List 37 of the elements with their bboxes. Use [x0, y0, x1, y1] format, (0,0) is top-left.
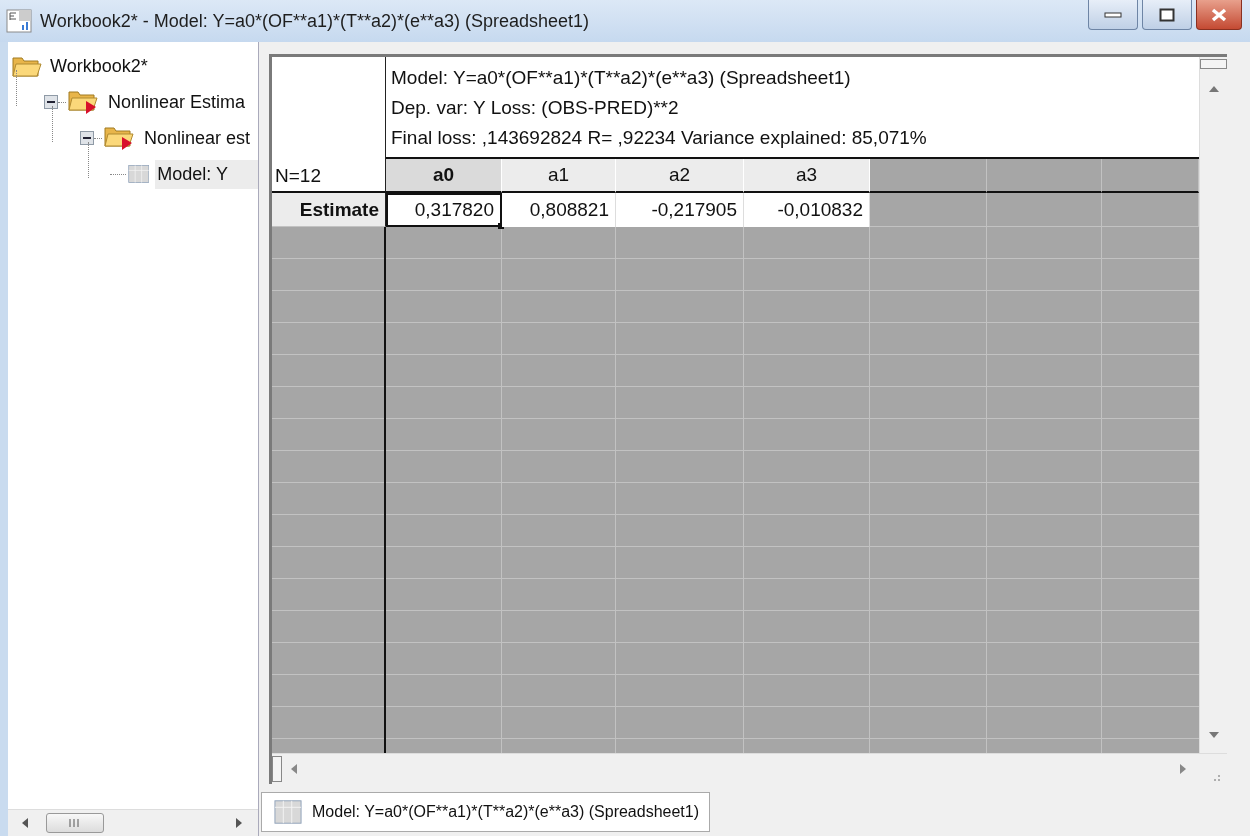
- scroll-down-icon[interactable]: [1208, 731, 1220, 739]
- document-tab[interactable]: Model: Y=a0*(OF**a1)*(T**a2)*(e**a3) (Spreadsheet1): [261, 792, 710, 832]
- table-cell[interactable]: 0,808821: [502, 193, 616, 227]
- maximize-button[interactable]: [1142, 0, 1192, 30]
- maximize-icon: [1159, 7, 1175, 22]
- column-header[interactable]: a0: [386, 159, 502, 193]
- minimize-icon: [1104, 10, 1122, 19]
- scroll-right-icon[interactable]: [234, 817, 244, 829]
- folder-arrow-icon: [104, 125, 136, 151]
- scroll-left-icon[interactable]: [290, 763, 298, 775]
- model-info-line: Final loss: ,143692824 R= ,92234 Variance explained: 85,071%: [391, 126, 928, 150]
- tree-item[interactable]: Workbook2*: [48, 51, 150, 81]
- scroll-up-icon[interactable]: [1208, 85, 1220, 93]
- spreadsheet-icon: [274, 799, 302, 825]
- splitter-handle[interactable]: [272, 756, 282, 782]
- scroll-right-icon[interactable]: [1179, 763, 1187, 775]
- close-icon: [1209, 6, 1229, 23]
- window-title: Workbook2* - Model: Y=a0*(OF**a1)*(T**a2)*(e**a3) (Spreadsheet1): [40, 10, 590, 32]
- scrollbar-thumb[interactable]: [46, 813, 104, 833]
- collapse-toggle[interactable]: [80, 131, 94, 145]
- app-icon: [6, 9, 32, 33]
- column-header[interactable]: a1: [502, 159, 616, 193]
- folder-icon: [12, 55, 42, 77]
- tree-item[interactable]: Nonlinear Estima: [106, 87, 248, 117]
- row-header[interactable]: Estimate: [272, 193, 386, 227]
- close-button[interactable]: [1196, 0, 1242, 30]
- scroll-left-icon[interactable]: [20, 817, 30, 829]
- column-header[interactable]: a2: [616, 159, 744, 193]
- tree-item[interactable]: Nonlinear est: [142, 123, 253, 153]
- table-cell[interactable]: 0,317820: [386, 193, 502, 227]
- collapse-toggle[interactable]: [44, 95, 58, 109]
- column-header[interactable]: a3: [744, 159, 870, 193]
- splitter-handle[interactable]: [1200, 59, 1227, 69]
- folder-arrow-icon: [68, 89, 100, 115]
- tree-item[interactable]: Model: Y: [155, 159, 258, 189]
- model-info-line: Model: Y=a0*(OF**a1)*(T**a2)*(e**a3) (Spreadsheet1): [391, 66, 852, 90]
- model-info-line: Dep. var: Y Loss: (OBS-PRED)**2: [391, 96, 680, 120]
